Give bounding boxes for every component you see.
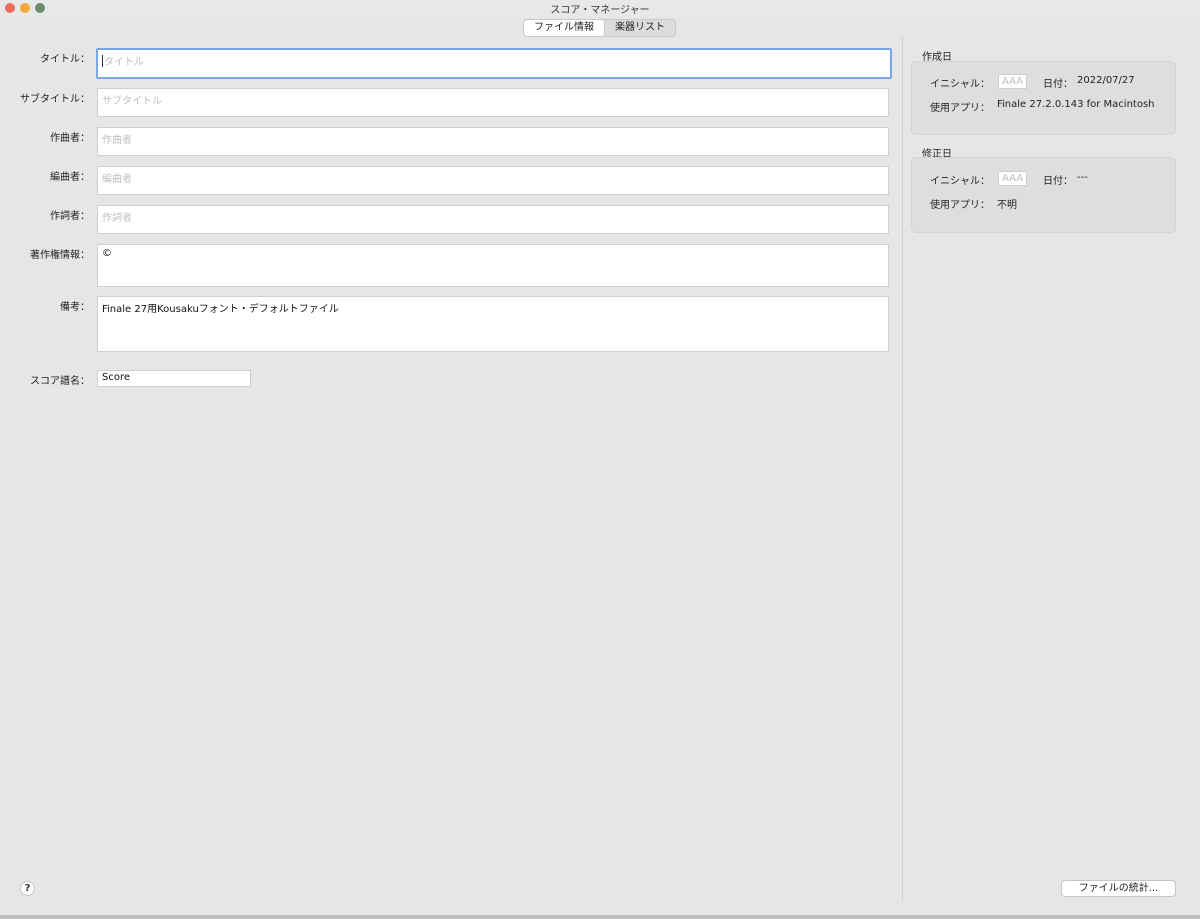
title-label: タイトル：: [40, 54, 90, 65]
created-initial-field[interactable]: AAA: [998, 74, 1027, 89]
composer-placeholder: 作曲者: [102, 135, 132, 146]
created-app-value: Finale 27.2.0.143 for Macintosh: [997, 99, 1155, 110]
title-field[interactable]: タイトル: [96, 48, 892, 79]
modified-initial-label: イニシャル：: [930, 176, 990, 187]
notes-field[interactable]: Finale 27用Kousakuフォント・デフォルトファイル: [97, 296, 889, 352]
created-app-label: 使用アプリ：: [930, 103, 990, 114]
modified-initial-field[interactable]: AAA: [998, 171, 1027, 186]
composer-field[interactable]: 作曲者: [97, 127, 889, 156]
score-name-field[interactable]: Score: [97, 370, 251, 387]
score-manager-window: スコア・マネージャー ファイル情報 楽器リスト タイトル： タイトル サブタイト…: [0, 0, 1200, 915]
created-date-value: 2022/07/27: [1077, 75, 1135, 86]
modified-app-value: 不明: [997, 200, 1017, 211]
created-group: イニシャル： AAA 日付： 2022/07/27 使用アプリ： Finale …: [911, 61, 1176, 135]
modified-app-label: 使用アプリ：: [930, 200, 990, 211]
modified-date-label: 日付：: [1043, 176, 1073, 187]
copyright-label: 著作権情報：: [30, 250, 90, 261]
title-bar: スコア・マネージャー: [0, 0, 1200, 17]
tab-bar: ファイル情報 楽器リスト: [523, 19, 676, 37]
arranger-placeholder: 編曲者: [102, 174, 132, 185]
tab-file-info[interactable]: ファイル情報: [524, 20, 605, 36]
modified-group: イニシャル： AAA 日付： --- 使用アプリ： 不明: [911, 157, 1176, 233]
subtitle-label: サブタイトル：: [20, 94, 90, 105]
created-date-label: 日付：: [1043, 79, 1073, 90]
lyricist-label: 作詞者：: [50, 211, 90, 222]
composer-label: 作曲者：: [50, 133, 90, 144]
copyright-field[interactable]: ©: [97, 244, 889, 287]
score-name-label: スコア譜名：: [30, 376, 90, 387]
subtitle-field[interactable]: サブタイトル: [97, 88, 889, 117]
bottom-edge: [0, 915, 1200, 919]
modified-date-value: ---: [1077, 172, 1088, 183]
help-button[interactable]: ?: [20, 881, 35, 896]
text-caret: [102, 55, 103, 67]
notes-label: 備考：: [60, 302, 90, 313]
file-statistics-button[interactable]: ファイルの統計...: [1061, 880, 1176, 897]
file-info-form: タイトル： タイトル サブタイトル： サブタイトル 作曲者： 作曲者 編曲者： …: [0, 36, 902, 906]
lyricist-placeholder: 作詞者: [102, 213, 132, 224]
subtitle-placeholder: サブタイトル: [102, 96, 162, 107]
tab-instrument-list[interactable]: 楽器リスト: [605, 20, 675, 36]
created-initial-label: イニシャル：: [930, 79, 990, 90]
arranger-label: 編曲者：: [50, 172, 90, 183]
lyricist-field[interactable]: 作詞者: [97, 205, 889, 234]
window-title: スコア・マネージャー: [550, 5, 650, 16]
arranger-field[interactable]: 編曲者: [97, 166, 889, 195]
panel-divider: [902, 36, 903, 902]
title-placeholder: タイトル: [104, 57, 144, 68]
